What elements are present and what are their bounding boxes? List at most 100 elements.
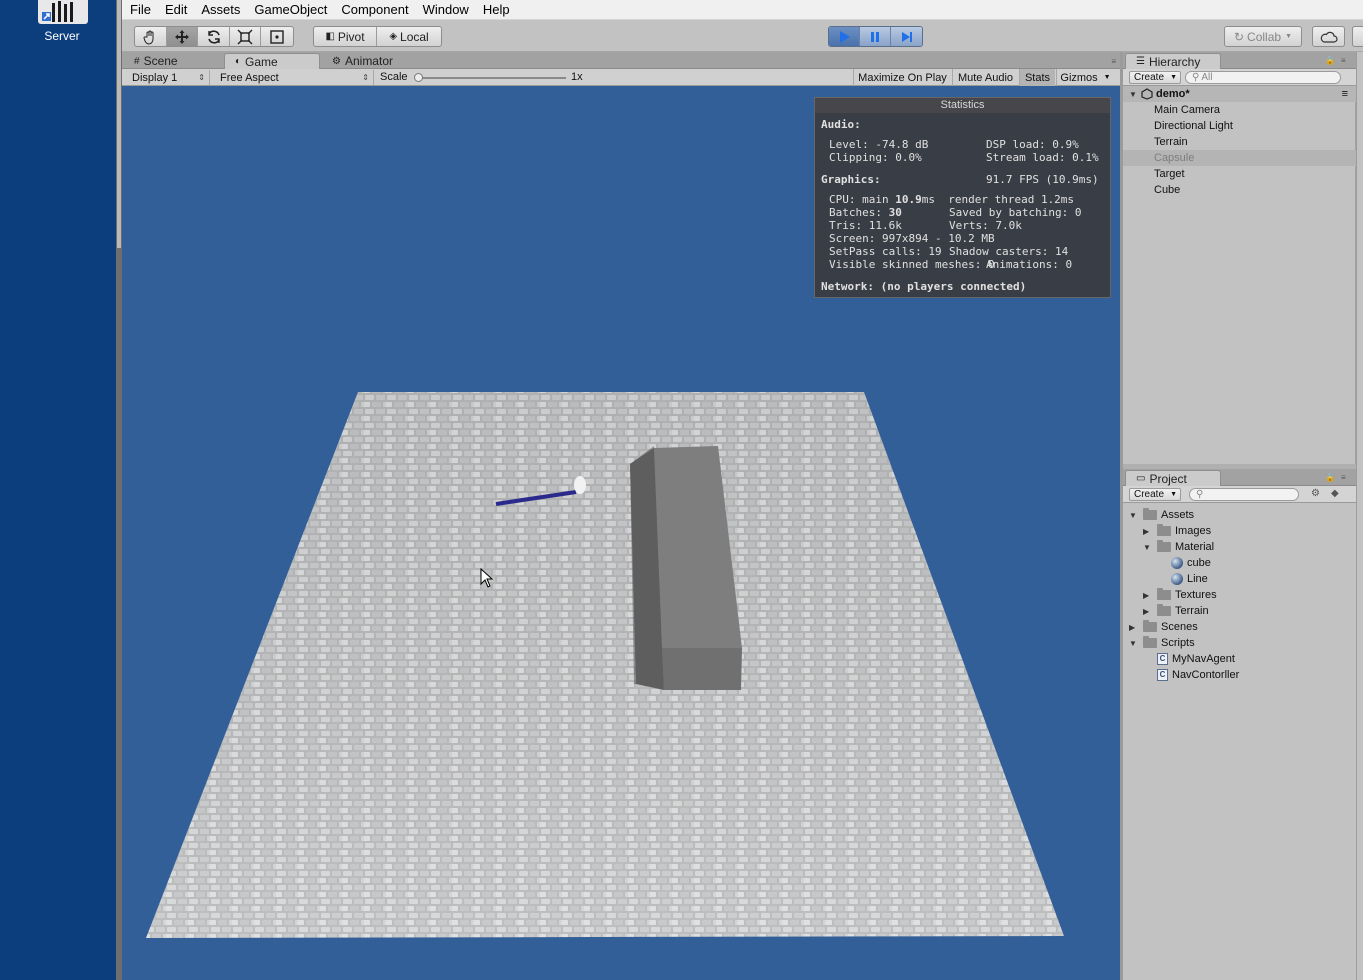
project-item-navcontorller[interactable]: C NavContorller bbox=[1123, 667, 1356, 683]
animator-icon: ⚙ bbox=[332, 55, 341, 67]
scale-slider-track[interactable] bbox=[418, 77, 566, 79]
expand-triangle-icon[interactable]: ▼ bbox=[1129, 90, 1137, 99]
hierarchy-item-cube[interactable]: Cube bbox=[1123, 182, 1356, 198]
hierarchy-create-dropdown[interactable]: Create ▼ bbox=[1129, 71, 1181, 84]
move-tool-button[interactable] bbox=[166, 27, 199, 46]
stats-toggle[interactable]: Stats bbox=[1019, 69, 1055, 86]
server-shortcut-label[interactable]: Server bbox=[30, 29, 94, 43]
display-dropdown[interactable]: Display 1 ⇕ bbox=[126, 70, 210, 85]
scale-label: Scale bbox=[380, 71, 408, 83]
panel-menu-icon[interactable]: ≡ bbox=[1341, 56, 1346, 65]
menu-edit[interactable]: Edit bbox=[165, 2, 187, 17]
hand-tool-button[interactable] bbox=[135, 27, 167, 46]
desktop-background: Server bbox=[0, 0, 116, 980]
project-item-line[interactable]: Line bbox=[1123, 571, 1356, 587]
collapse-triangle-icon[interactable]: ▼ bbox=[1129, 511, 1137, 520]
aspect-dropdown[interactable]: Free Aspect ⇕ bbox=[214, 70, 374, 85]
menu-assets[interactable]: Assets bbox=[201, 2, 240, 17]
rect-icon bbox=[270, 29, 284, 44]
gizmos-dropdown[interactable]: Gizmos ▼ bbox=[1056, 69, 1114, 86]
tab-game[interactable]: ◐ Game bbox=[224, 53, 320, 69]
filter-by-label-icon[interactable]: ◆ bbox=[1331, 488, 1339, 499]
chevron-down-icon: ▼ bbox=[1285, 33, 1293, 40]
lock-icon[interactable]: 🔒 bbox=[1325, 56, 1335, 65]
project-panel: Create ▼ ⚲ ⚙ ◆ ▼ Assets ▶ Images ▼ Material cub… bbox=[1123, 486, 1356, 980]
project-item-textures[interactable]: ▶ Textures bbox=[1123, 587, 1356, 603]
play-button[interactable] bbox=[829, 27, 860, 46]
expand-triangle-icon[interactable]: ▶ bbox=[1129, 623, 1135, 632]
view-tab-strip: # Scene ◐ Game ⚙ Animator ≡ bbox=[122, 52, 1120, 69]
hierarchy-tab-strip: ☰ Hierarchy 🔒 ≡ bbox=[1123, 52, 1356, 69]
rect-tool-button[interactable] bbox=[261, 27, 293, 46]
menu-window[interactable]: Window bbox=[423, 2, 469, 17]
project-item-scenes[interactable]: ▶ Scenes bbox=[1123, 619, 1356, 635]
tab-project[interactable]: ▭ Project bbox=[1125, 470, 1221, 486]
server-shortcut-icon[interactable] bbox=[38, 0, 88, 24]
hierarchy-item-main-camera[interactable]: Main Camera bbox=[1123, 102, 1356, 118]
hierarchy-item-terrain[interactable]: Terrain bbox=[1123, 134, 1356, 150]
panel-menu-icon[interactable]: ≡ bbox=[1111, 57, 1116, 66]
menu-gameobject[interactable]: GameObject bbox=[254, 2, 327, 17]
menu-file[interactable]: File bbox=[130, 2, 151, 17]
material-sphere-icon bbox=[1171, 557, 1183, 569]
hierarchy-item-label: Directional Light bbox=[1154, 120, 1233, 132]
verts-readout: Verts: 7.0k bbox=[949, 219, 1022, 232]
menu-help[interactable]: Help bbox=[483, 2, 510, 17]
pivot-toggle[interactable]: ◧ Pivot bbox=[314, 27, 378, 46]
hierarchy-item-capsule[interactable]: Capsule bbox=[1123, 150, 1356, 166]
filter-by-type-icon[interactable]: ⚙ bbox=[1311, 488, 1320, 499]
expand-triangle-icon[interactable]: ▶ bbox=[1143, 527, 1149, 536]
tab-scene[interactable]: # Scene bbox=[124, 53, 186, 69]
project-item-material[interactable]: ▼ Material bbox=[1123, 539, 1356, 555]
project-create-dropdown[interactable]: Create ▼ bbox=[1129, 488, 1181, 501]
hierarchy-item-target[interactable]: Target bbox=[1123, 166, 1356, 182]
menu-component[interactable]: Component bbox=[341, 2, 408, 17]
account-dropdown[interactable] bbox=[1352, 26, 1363, 47]
batches-prefix: Batches: bbox=[829, 206, 889, 219]
mute-audio-toggle[interactable]: Mute Audio bbox=[952, 69, 1018, 86]
project-item-label: cube bbox=[1187, 557, 1211, 569]
scale-tool-button[interactable] bbox=[230, 27, 262, 46]
list-icon: ☰ bbox=[1136, 56, 1145, 67]
chevron-down-icon: ▼ bbox=[1170, 74, 1177, 81]
game-viewport[interactable]: Statistics Audio: Level: -74.8 dB DSP lo… bbox=[122, 86, 1120, 980]
panel-menu-icon[interactable]: ≡ bbox=[1341, 473, 1346, 482]
project-item-cube[interactable]: cube bbox=[1123, 555, 1356, 571]
expand-triangle-icon[interactable]: ▶ bbox=[1143, 607, 1149, 616]
project-item-images[interactable]: ▶ Images bbox=[1123, 523, 1356, 539]
lock-icon[interactable]: 🔒 bbox=[1325, 473, 1335, 482]
collab-dropdown[interactable]: ↻ Collab ▼ bbox=[1224, 26, 1302, 47]
scale-slider-handle[interactable] bbox=[414, 73, 423, 82]
aspect-value: Free Aspect bbox=[220, 71, 279, 84]
scene-root-row[interactable]: ▼ demo* ≡ bbox=[1123, 86, 1356, 102]
create-label: Create bbox=[1134, 489, 1165, 500]
project-item-terrain[interactable]: ▶ Terrain bbox=[1123, 603, 1356, 619]
project-item-assets[interactable]: ▼ Assets bbox=[1123, 507, 1356, 523]
hierarchy-item-directional-light[interactable]: Directional Light bbox=[1123, 118, 1356, 134]
project-item-label: Material bbox=[1175, 541, 1215, 553]
collapse-triangle-icon[interactable]: ▼ bbox=[1129, 639, 1137, 648]
project-item-mynavagent[interactable]: C MyNavAgent bbox=[1123, 651, 1356, 667]
search-placeholder: All bbox=[1201, 72, 1213, 83]
pause-button[interactable] bbox=[860, 27, 891, 46]
hierarchy-search-input[interactable]: ⚲ All bbox=[1185, 71, 1341, 84]
panel-menu-icon[interactable]: ≡ bbox=[1342, 88, 1348, 100]
tab-hierarchy[interactable]: ☰ Hierarchy bbox=[1125, 53, 1221, 69]
server-app-icon bbox=[42, 1, 73, 22]
tab-animator[interactable]: ⚙ Animator bbox=[322, 53, 401, 69]
step-button[interactable] bbox=[891, 27, 922, 46]
hierarchy-item-label: Capsule bbox=[1154, 152, 1195, 164]
pivot-label: Pivot bbox=[337, 29, 365, 44]
network-readout: Network: (no players connected) bbox=[821, 280, 1027, 293]
maximize-on-play-toggle[interactable]: Maximize On Play bbox=[853, 69, 951, 86]
folder-icon bbox=[1157, 540, 1171, 552]
project-search-input[interactable]: ⚲ bbox=[1189, 488, 1299, 501]
project-item-label: Images bbox=[1175, 525, 1212, 537]
rotate-tool-button[interactable] bbox=[198, 27, 230, 46]
project-item-scripts[interactable]: ▼ Scripts bbox=[1123, 635, 1356, 651]
cloud-button[interactable] bbox=[1312, 26, 1345, 47]
collapse-triangle-icon[interactable]: ▼ bbox=[1143, 543, 1151, 552]
search-icon: ⚲ bbox=[1192, 72, 1200, 83]
expand-triangle-icon[interactable]: ▶ bbox=[1143, 591, 1149, 600]
local-toggle[interactable]: ◈ Local bbox=[377, 27, 441, 46]
